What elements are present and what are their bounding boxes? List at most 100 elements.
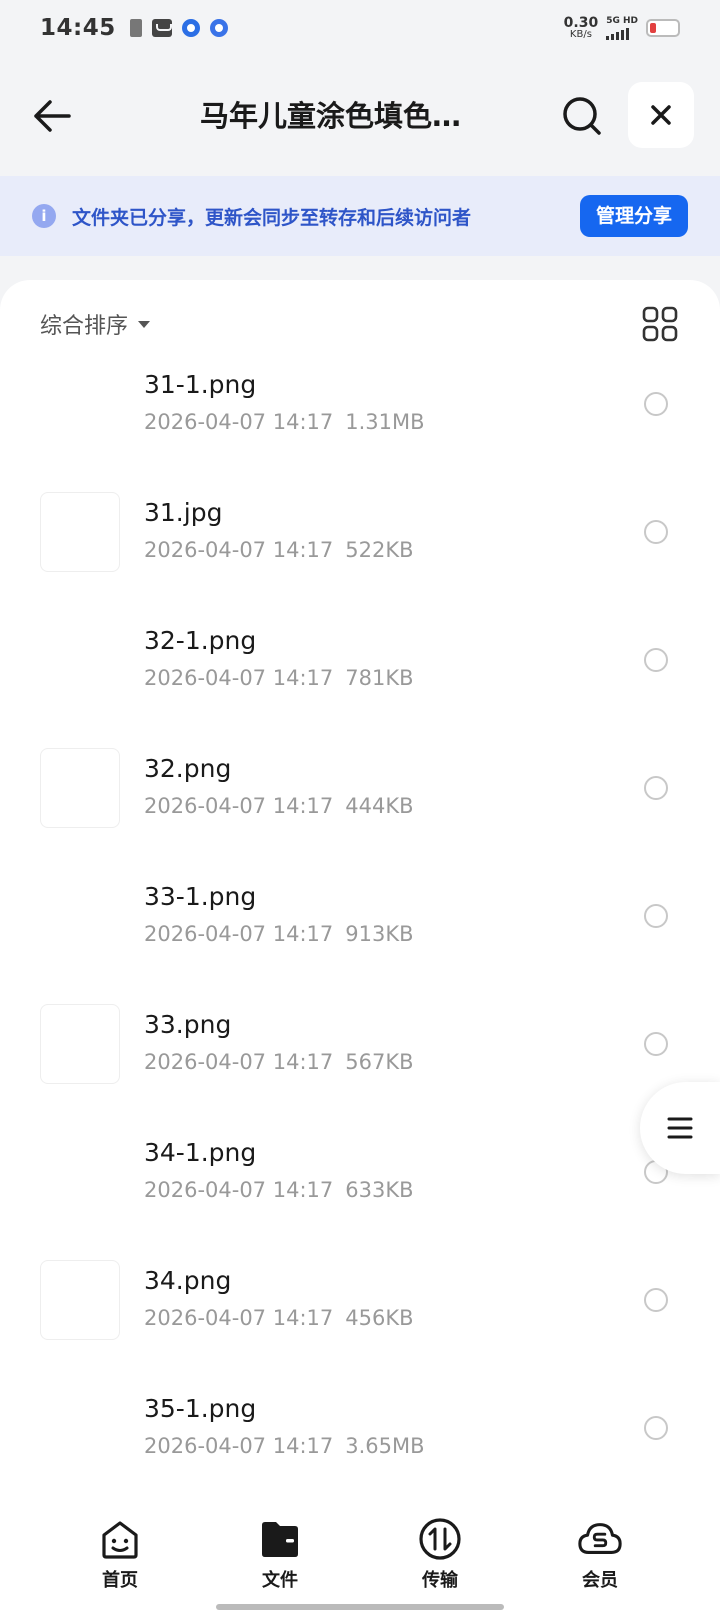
file-thumbnail: [40, 1004, 120, 1084]
select-radio[interactable]: [644, 520, 668, 544]
file-name: 32.png: [144, 754, 232, 783]
select-radio[interactable]: [644, 1416, 668, 1440]
select-radio[interactable]: [644, 1288, 668, 1312]
manage-share-button[interactable]: 管理分享: [579, 195, 688, 237]
status-bar: 14:45 0.30 KB/s 5G HD: [0, 0, 720, 56]
back-button[interactable]: [30, 94, 74, 138]
file-date: 2026-04-07 14:17: [144, 1050, 334, 1074]
network-speed: 0.30 KB/s: [564, 16, 599, 40]
tab-files[interactable]: 文件: [220, 1492, 340, 1612]
signal-strength: 5G HD: [606, 16, 638, 40]
file-size: 522KB: [345, 538, 414, 562]
close-icon: [651, 105, 671, 125]
file-size: 781KB: [345, 666, 414, 690]
file-row[interactable]: 34.png 2026-04-07 14:17 456KB: [0, 1260, 720, 1388]
file-size: 1.31MB: [345, 410, 425, 434]
file-thumbnail: [40, 620, 120, 700]
folder-icon: [257, 1516, 303, 1562]
file-name: 33.png: [144, 1010, 232, 1039]
file-date: 2026-04-07 14:17: [144, 1434, 334, 1458]
tab-label: 传输: [422, 1570, 458, 1591]
tab-label: 首页: [102, 1570, 138, 1591]
tab-label: 会员: [582, 1570, 618, 1591]
file-thumbnail: [40, 1132, 120, 1212]
grid-view-icon: [642, 306, 678, 342]
file-name: 31-1.png: [144, 370, 257, 399]
tab-transfer[interactable]: 传输: [380, 1492, 500, 1612]
select-radio[interactable]: [644, 904, 668, 928]
file-name: 34.png: [144, 1266, 232, 1295]
file-meta: 2026-04-07 14:17 781KB: [144, 666, 414, 690]
tab-home[interactable]: 首页: [60, 1492, 180, 1612]
file-row[interactable]: 33-1.png 2026-04-07 14:17 913KB: [0, 876, 720, 1004]
file-meta: 2026-04-07 14:17 913KB: [144, 922, 414, 946]
file-row[interactable]: 35-1.png 2026-04-07 14:17 3.65MB: [0, 1388, 720, 1492]
file-row[interactable]: 33.png 2026-04-07 14:17 567KB: [0, 1004, 720, 1132]
file-size: 456KB: [345, 1306, 414, 1330]
file-size: 913KB: [345, 922, 414, 946]
share-banner-text: 文件夹已分享，更新会同步至转存和后续访问者: [72, 206, 472, 229]
caret-down-icon: [138, 320, 151, 328]
file-name: 31.jpg: [144, 498, 223, 527]
file-list: 31-1.png 2026-04-07 14:17 1.31MB 31.jpg 2…: [0, 364, 720, 1492]
arrow-left-icon: [34, 100, 71, 132]
search-icon: [563, 97, 601, 135]
sort-dropdown[interactable]: 综合排序: [40, 304, 151, 344]
file-meta: 2026-04-07 14:17 567KB: [144, 1050, 414, 1074]
file-row[interactable]: 32-1.png 2026-04-07 14:17 781KB: [0, 620, 720, 748]
signal-bars-icon: [606, 27, 630, 40]
file-size: 567KB: [345, 1050, 414, 1074]
file-row[interactable]: 31-1.png 2026-04-07 14:17 1.31MB: [0, 364, 720, 492]
file-row[interactable]: 32.png 2026-04-07 14:17 444KB: [0, 748, 720, 876]
file-name: 34-1.png: [144, 1138, 257, 1167]
info-icon: i: [32, 204, 56, 228]
top-bar: 马年儿童涂色填色…: [0, 64, 720, 168]
file-date: 2026-04-07 14:17: [144, 666, 334, 690]
file-meta: 2026-04-07 14:17 1.31MB: [144, 410, 425, 434]
file-name: 35-1.png: [144, 1394, 257, 1423]
file-date: 2026-04-07 14:17: [144, 410, 334, 434]
vip-cloud-icon: [577, 1516, 623, 1562]
phone-icon: [129, 19, 142, 37]
file-thumbnail: [40, 748, 120, 828]
status-time: 14:45: [40, 15, 116, 41]
file-row[interactable]: 34-1.png 2026-04-07 14:17 633KB: [0, 1132, 720, 1260]
file-panel: 综合排序 31-1.png 2026-04-07 14:17 1.31MB 31.…: [0, 280, 720, 1492]
home-indicator: [216, 1604, 504, 1610]
search-button[interactable]: [558, 92, 606, 140]
home-face-icon: [97, 1516, 143, 1562]
app-ring-icon: [181, 19, 200, 37]
file-size: 3.65MB: [345, 1434, 425, 1458]
file-thumbnail: [40, 1388, 120, 1468]
battery-icon: [646, 19, 680, 37]
file-date: 2026-04-07 14:17: [144, 1306, 334, 1330]
file-date: 2026-04-07 14:17: [144, 538, 334, 562]
grid-view-button[interactable]: [642, 306, 678, 342]
close-button[interactable]: [628, 82, 694, 148]
file-size: 633KB: [345, 1178, 414, 1202]
menu-icon: [667, 1117, 693, 1139]
file-thumbnail: [40, 492, 120, 572]
tab-vip[interactable]: 会员: [540, 1492, 660, 1612]
select-radio[interactable]: [644, 648, 668, 672]
select-radio[interactable]: [644, 1032, 668, 1056]
file-meta: 2026-04-07 14:17 444KB: [144, 794, 414, 818]
file-thumbnail: [40, 1260, 120, 1340]
select-radio[interactable]: [644, 392, 668, 416]
file-name: 32-1.png: [144, 626, 257, 655]
network-speed-unit: KB/s: [569, 29, 592, 40]
select-radio[interactable]: [644, 776, 668, 800]
page-title: 马年儿童涂色填色…: [200, 99, 462, 133]
file-thumbnail: [40, 364, 120, 444]
share-banner: i 文件夹已分享，更新会同步至转存和后续访问者 管理分享: [0, 176, 720, 256]
file-date: 2026-04-07 14:17: [144, 922, 334, 946]
status-right: 0.30 KB/s 5G HD: [564, 16, 680, 40]
status-notification-icons: [129, 19, 228, 37]
bottom-tab-bar: 首页 文件 传输 会员: [0, 1492, 720, 1612]
file-row[interactable]: 31.jpg 2026-04-07 14:17 522KB: [0, 492, 720, 620]
file-meta: 2026-04-07 14:17 3.65MB: [144, 1434, 425, 1458]
file-meta: 2026-04-07 14:17 633KB: [144, 1178, 414, 1202]
file-date: 2026-04-07 14:17: [144, 794, 334, 818]
transfer-icon: [417, 1516, 463, 1562]
baidu-paw-icon: [209, 19, 228, 37]
